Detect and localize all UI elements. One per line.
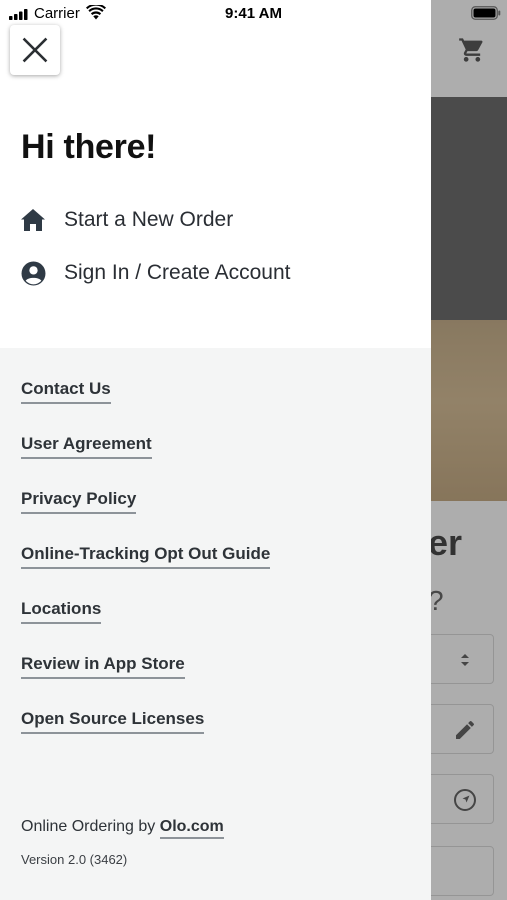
clock: 9:41 AM [225,5,282,22]
status-bar: Carrier 9:41 AM [0,0,507,26]
contact-us-link[interactable]: Contact Us [21,379,111,404]
powered-by-text: Online Ordering by [21,818,156,835]
olo-link[interactable]: Olo.com [159,818,224,839]
navigation-drawer: Hi there! Start a New Order Sign In / Cr… [0,0,431,900]
app-version: Version 2.0 (3462) [21,852,128,867]
powered-by-line: Online Ordering by Olo.com [21,818,224,839]
close-icon [22,37,48,63]
battery-icon [471,6,501,20]
open-source-licenses-link[interactable]: Open Source Licenses [21,709,205,734]
drawer-header-section [0,0,431,348]
start-new-order-item[interactable]: Start a New Order [20,203,233,237]
greeting-heading: Hi there! [21,128,157,166]
privacy-policy-link[interactable]: Privacy Policy [21,489,137,514]
sign-in-item[interactable]: Sign In / Create Account [20,256,290,290]
start-new-order-label: Start a New Order [64,208,234,231]
user-agreement-link[interactable]: User Agreement [21,434,152,459]
home-icon [20,207,46,233]
account-circle-icon [20,260,46,286]
sign-in-label: Sign In / Create Account [64,261,291,284]
close-button[interactable] [10,25,60,75]
tracking-opt-out-link[interactable]: Online-Tracking Opt Out Guide [21,544,271,569]
locations-link[interactable]: Locations [21,599,102,624]
review-app-store-link[interactable]: Review in App Store [21,654,185,679]
